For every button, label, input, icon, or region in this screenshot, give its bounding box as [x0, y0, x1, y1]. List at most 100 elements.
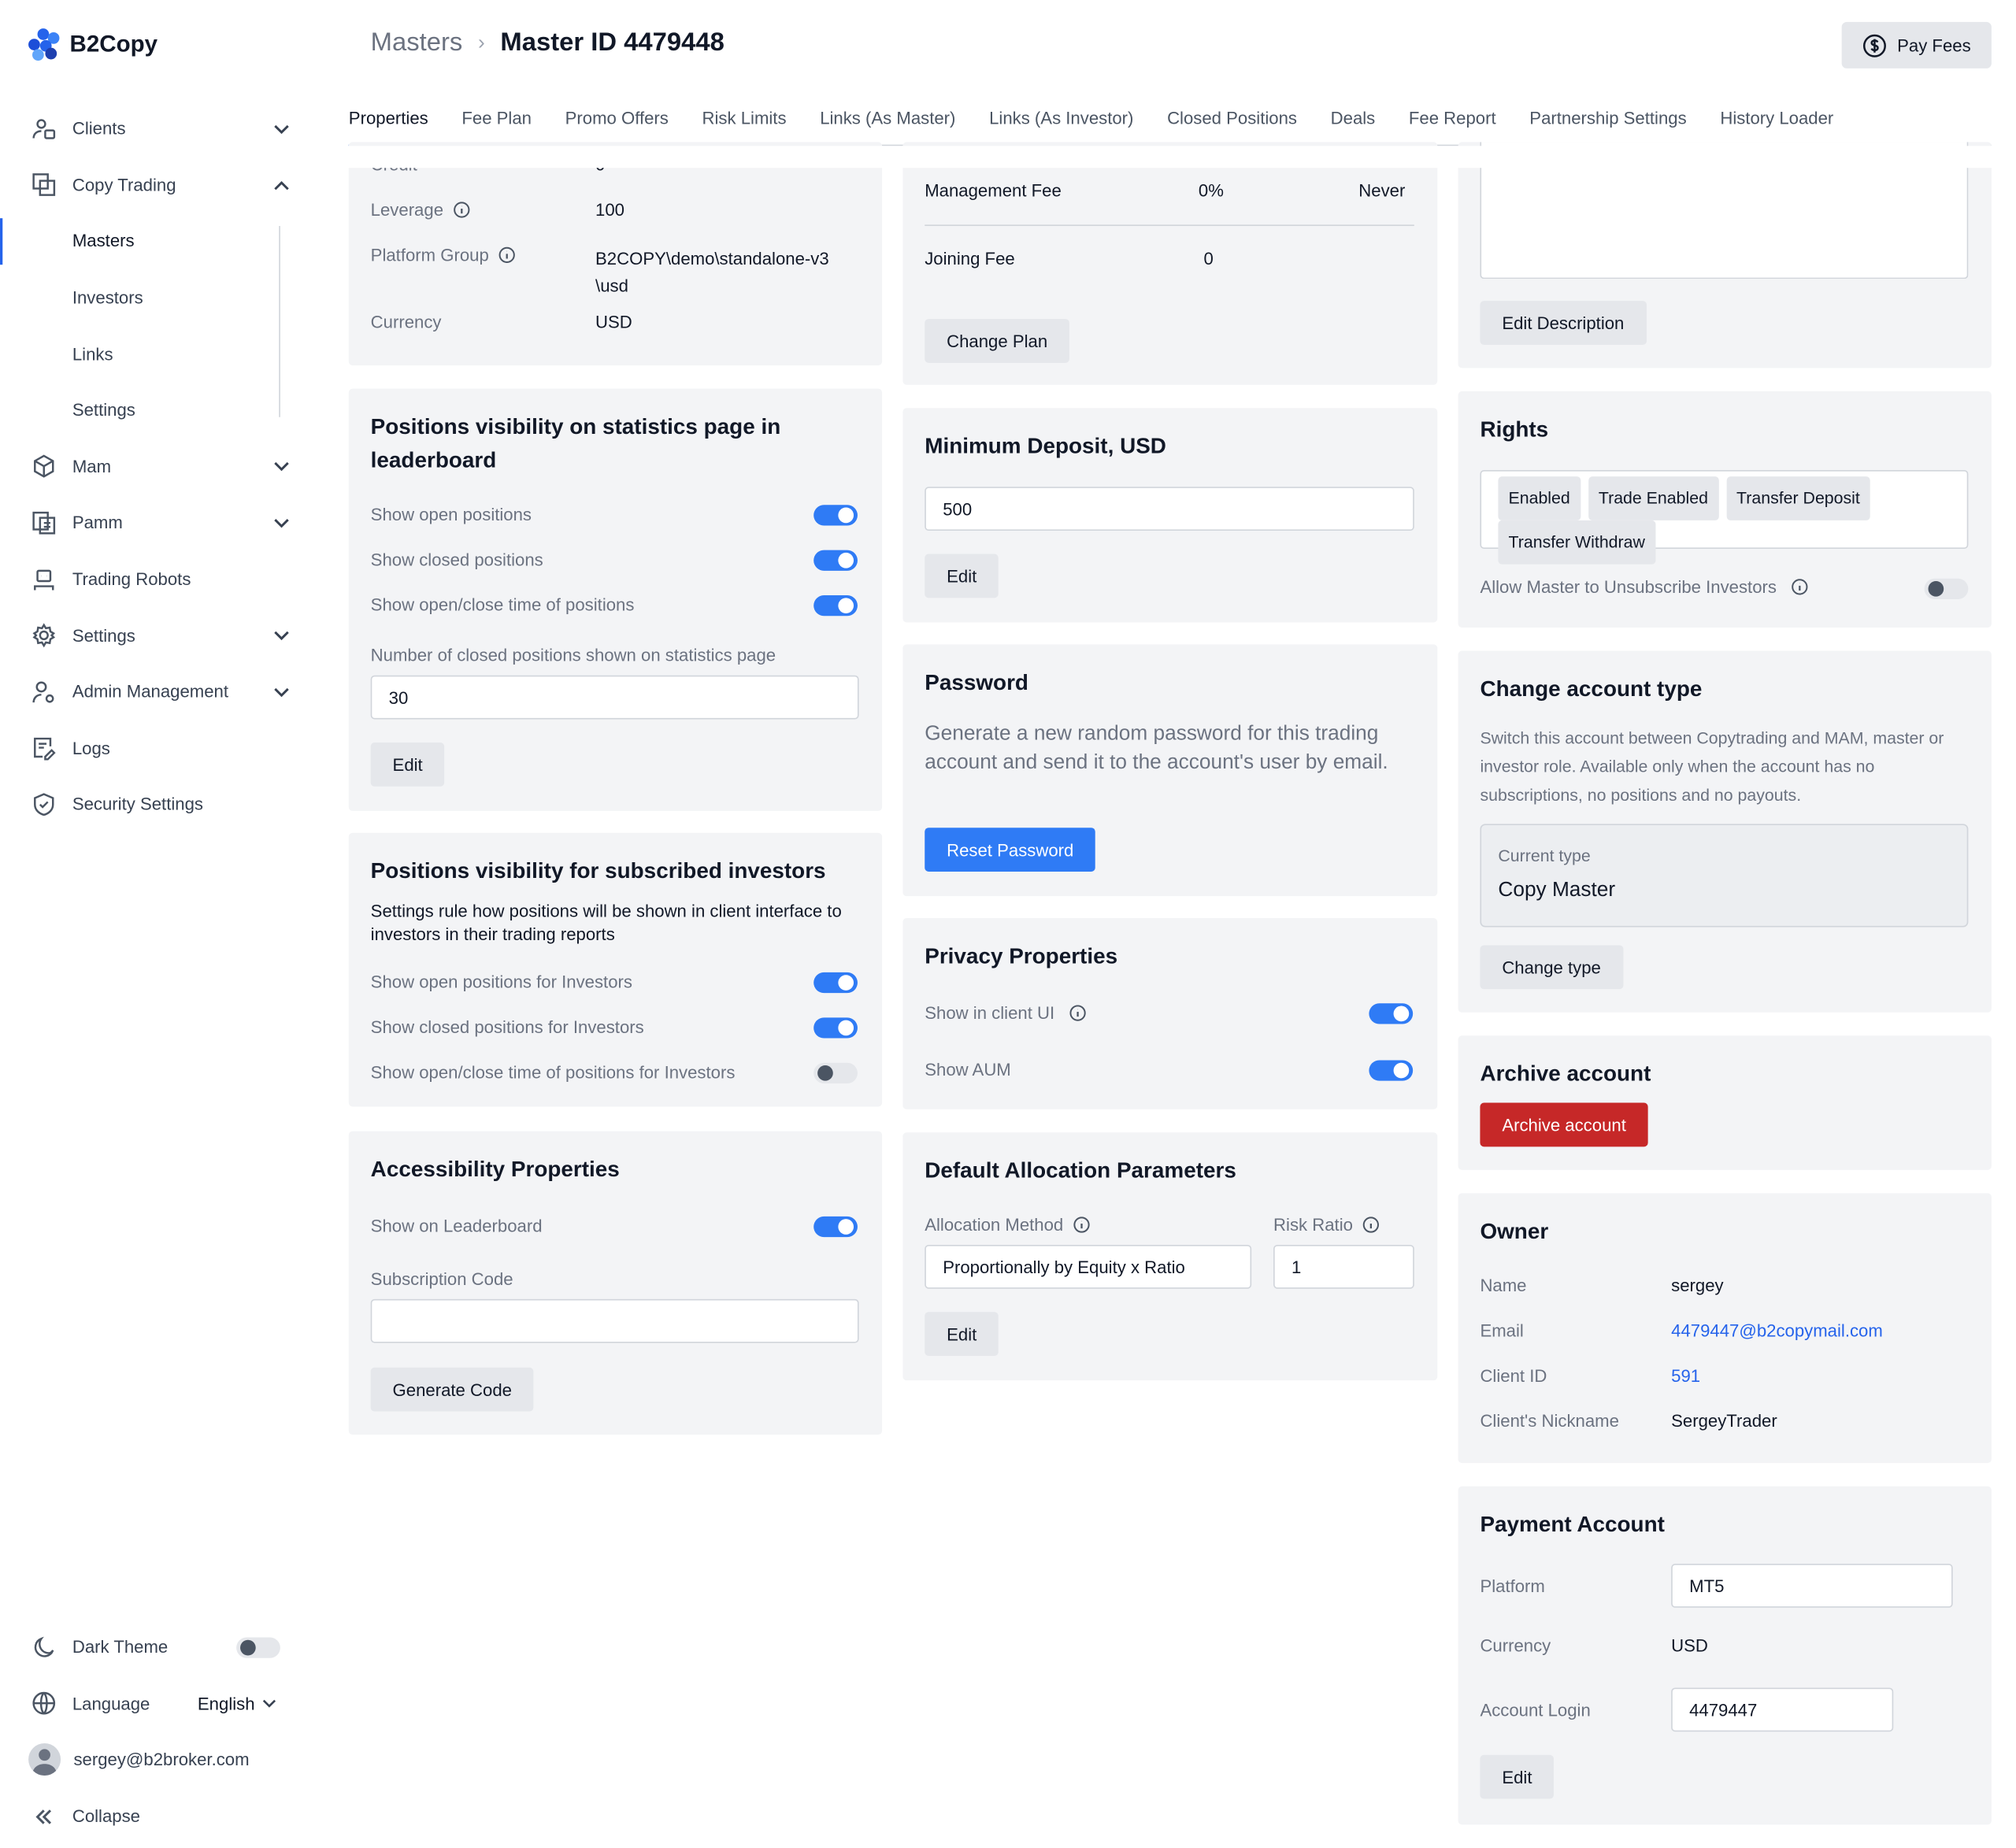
- investors-open-close-time-toggle[interactable]: [813, 1062, 858, 1083]
- show-open-positions-toggle[interactable]: [813, 505, 858, 526]
- language-select[interactable]: English: [198, 1694, 277, 1713]
- info-icon: [454, 202, 470, 218]
- currency-value: USD: [595, 312, 632, 332]
- risk-ratio-input[interactable]: 1: [1273, 1244, 1414, 1289]
- sidebar-item-security-settings[interactable]: Security Settings: [0, 776, 310, 832]
- sidebar-item-label: Clients: [72, 119, 126, 139]
- dark-theme-toggle[interactable]: [236, 1637, 280, 1658]
- chevron-down-icon: [263, 1699, 276, 1708]
- breadcrumb: Masters › Master ID 4479448: [371, 28, 724, 58]
- owner-email-link[interactable]: 4479447@b2copymail.com: [1671, 1321, 1883, 1341]
- sidebar-subitem-settings[interactable]: Settings: [0, 382, 310, 438]
- tab-links-as-master[interactable]: Links (As Master): [820, 101, 955, 146]
- generate-code-button[interactable]: Generate Code: [370, 1367, 534, 1412]
- client-id-link[interactable]: 591: [1671, 1366, 1700, 1386]
- sidebar-item-clients[interactable]: Clients: [0, 101, 310, 157]
- toggle-label: Show closed positions for Investors: [370, 1017, 644, 1037]
- archive-account-button[interactable]: Archive account: [1480, 1102, 1648, 1147]
- subscription-code-input[interactable]: [370, 1298, 859, 1343]
- tab-links-as-investor[interactable]: Links (As Investor): [989, 101, 1133, 146]
- edit-button[interactable]: Edit: [925, 1312, 999, 1356]
- sidebar-subitem-links[interactable]: Links: [0, 326, 310, 382]
- user-row[interactable]: sergey@b2broker.com: [0, 1732, 310, 1788]
- app-logo[interactable]: B2Copy: [28, 28, 158, 61]
- rights-chip-list[interactable]: Enabled Trade Enabled Transfer Deposit Tran…: [1480, 469, 1969, 565]
- card-title: Payment Account: [1480, 1512, 1665, 1537]
- tab-promo-offers[interactable]: Promo Offers: [565, 101, 669, 146]
- sidebar-item-label: Copy Trading: [72, 175, 176, 195]
- closed-positions-count-label: Number of closed positions shown on stat…: [370, 646, 776, 665]
- scroll-clip: [309, 146, 2016, 169]
- sidebar-item-pamm[interactable]: Pamm: [0, 494, 310, 550]
- edit-description-button[interactable]: Edit Description: [1480, 301, 1647, 345]
- sidebar-item-settings[interactable]: Settings: [0, 607, 310, 663]
- allocation-card: Default Allocation Parameters Allocation…: [902, 1132, 1438, 1381]
- tab-fee-plan[interactable]: Fee Plan: [461, 101, 532, 146]
- rights-chip[interactable]: Transfer Deposit: [1725, 476, 1870, 520]
- show-open-close-time-toggle[interactable]: [813, 595, 858, 617]
- sidebar-subitem-label: Masters: [72, 231, 135, 251]
- platform-select[interactable]: MT5: [1671, 1564, 1953, 1608]
- tab-deals[interactable]: Deals: [1331, 101, 1376, 146]
- rights-chip[interactable]: Enabled: [1498, 476, 1581, 520]
- show-closed-positions-toggle[interactable]: [813, 550, 858, 571]
- toggle-label: Show open/close time of positions for In…: [370, 1062, 736, 1083]
- investors-open-positions-toggle[interactable]: [813, 972, 858, 994]
- edit-button[interactable]: Edit: [370, 743, 445, 787]
- tab-fee-report[interactable]: Fee Report: [1409, 101, 1496, 146]
- owner-card: Owner Name sergey Email 4479447@b2copyma…: [1458, 1193, 1992, 1464]
- reset-password-button[interactable]: Reset Password: [925, 828, 1096, 872]
- tab-partnership-settings[interactable]: Partnership Settings: [1529, 101, 1686, 146]
- sidebar-item-admin-management[interactable]: Admin Management: [0, 664, 310, 720]
- allocation-method-select[interactable]: Proportionally by Equity x Ratio: [925, 1244, 1252, 1289]
- field-label: Allocation Method: [925, 1215, 1064, 1235]
- edit-button[interactable]: Edit: [1480, 1754, 1555, 1799]
- toggle-label: Show closed positions: [370, 550, 543, 570]
- allocation-method-label: Allocation Method: [925, 1215, 1090, 1235]
- collapse-button[interactable]: Collapse: [0, 1788, 310, 1844]
- collapse-label: Collapse: [72, 1806, 140, 1827]
- sidebar-item-logs[interactable]: Logs: [0, 720, 310, 776]
- app-name: B2Copy: [69, 30, 158, 57]
- card-title: Archive account: [1480, 1061, 1651, 1087]
- sidebar-item-mam[interactable]: Mam: [0, 439, 310, 494]
- sidebar-subitem-masters[interactable]: Masters: [0, 213, 310, 269]
- pay-fees-button[interactable]: Pay Fees: [1841, 21, 1992, 69]
- min-deposit-input[interactable]: 500: [925, 487, 1414, 531]
- tab-risk-limits[interactable]: Risk Limits: [702, 101, 787, 146]
- sidebar-item-label: Trading Robots: [72, 569, 191, 589]
- chevron-right-icon: ›: [478, 31, 485, 54]
- sidebar-subitem-investors[interactable]: Investors: [0, 269, 310, 325]
- divider: [925, 224, 1414, 226]
- allow-unsubscribe-toggle[interactable]: [1924, 578, 1969, 599]
- edit-button[interactable]: Edit: [925, 554, 999, 598]
- current-type-label: Current type: [1498, 846, 1591, 865]
- sidebar-item-label: Security Settings: [72, 794, 203, 814]
- info-icon: [1073, 1217, 1090, 1233]
- moon-icon: [31, 1635, 57, 1661]
- sidebar-item-trading-robots[interactable]: Trading Robots: [0, 551, 310, 607]
- show-aum-toggle[interactable]: [1369, 1060, 1414, 1081]
- breadcrumb-parent[interactable]: Masters: [371, 28, 463, 58]
- show-in-client-ui-toggle[interactable]: [1369, 1003, 1414, 1024]
- closed-positions-count-input[interactable]: 30: [370, 675, 859, 720]
- sidebar-item-label: Mam: [72, 457, 112, 476]
- sidebar-item-label: Admin Management: [72, 682, 228, 702]
- show-on-leaderboard-toggle[interactable]: [813, 1216, 858, 1238]
- description-card: Edit Description: [1458, 142, 1992, 368]
- privacy-card: Privacy Properties Show in client UI Sho…: [902, 918, 1438, 1109]
- sidebar-item-copy-trading[interactable]: Copy Trading: [0, 157, 310, 213]
- account-login-input[interactable]: 4479447: [1671, 1687, 1894, 1732]
- rights-chip[interactable]: Transfer Withdraw: [1498, 520, 1656, 565]
- card-description: Switch this account between Copytrading …: [1480, 728, 1944, 805]
- change-type-button[interactable]: Change type: [1480, 945, 1623, 990]
- change-plan-button[interactable]: Change Plan: [925, 319, 1070, 363]
- card-description: Generate a new random password for this …: [925, 723, 1388, 773]
- tab-history-loader[interactable]: History Loader: [1720, 101, 1833, 146]
- tab-closed-positions[interactable]: Closed Positions: [1167, 101, 1297, 146]
- investors-closed-positions-toggle[interactable]: [813, 1017, 858, 1039]
- toggle-label: Show open positions: [370, 505, 532, 524]
- tab-properties[interactable]: Properties: [348, 101, 428, 147]
- rights-chip[interactable]: Trade Enabled: [1588, 476, 1719, 520]
- toggle-label: Show open positions for Investors: [370, 972, 632, 992]
